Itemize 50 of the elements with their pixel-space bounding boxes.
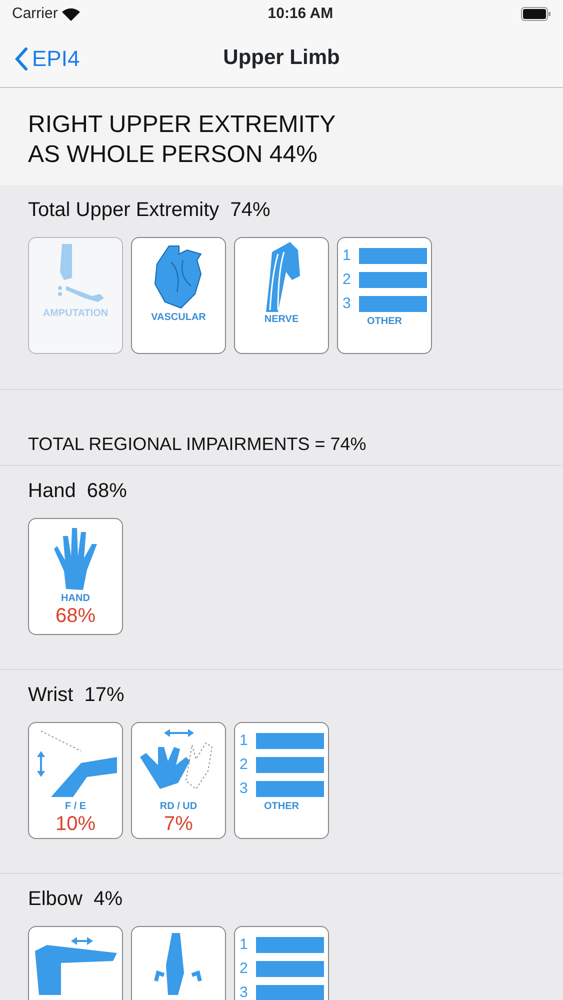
nerve-tile[interactable]: NERVE <box>234 237 329 354</box>
tile-label: AMPUTATION <box>42 308 108 320</box>
other-tile[interactable]: 1 2 3 <box>234 926 329 1000</box>
summary-heading: AS WHOLE PERSON 44% <box>28 140 318 170</box>
list-number: 2 <box>342 270 352 290</box>
section-title: Elbow 4% <box>28 887 124 912</box>
wifi-icon <box>62 8 80 20</box>
summary-heading: RIGHT UPPER EXTREMITY <box>28 110 337 140</box>
impairment-value: 68% <box>55 605 96 627</box>
vascular-tile[interactable]: VASCULAR <box>131 237 226 354</box>
list-bar <box>256 781 324 797</box>
list-number: 3 <box>240 983 249 1000</box>
list-number: 1 <box>342 246 352 266</box>
list-bar <box>358 296 426 312</box>
impairment-value: 7% <box>164 813 193 835</box>
list-number: 1 <box>240 731 249 751</box>
tile-label: VASCULAR <box>151 312 206 324</box>
list-number: 2 <box>240 959 249 979</box>
list-bar <box>256 937 324 953</box>
nerve-icon <box>264 242 300 312</box>
tile-label: NERVE <box>264 314 299 326</box>
other-tile[interactable]: 1 2 3 OTHER <box>234 722 329 839</box>
list-bar <box>256 733 324 749</box>
tile-label: OTHER <box>367 316 402 328</box>
list-number: 3 <box>240 779 249 799</box>
list-bar <box>256 757 324 773</box>
hand-tile[interactable]: HAND 68% <box>28 518 123 635</box>
list-bar <box>256 961 324 977</box>
section-title: Total Upper Extremity 74% <box>28 198 272 223</box>
impairment-value: 10% <box>55 813 96 835</box>
tile-label: HAND <box>61 593 90 605</box>
list-number: 1 <box>240 935 249 955</box>
list-bar <box>256 985 324 1000</box>
tile-label: RD / UD <box>160 801 198 813</box>
back-button[interactable]: EPI4 <box>14 42 80 75</box>
section-heading: TOTAL REGIONAL IMPAIRMENTS = 74% <box>28 434 366 454</box>
page-title: Upper Limb <box>223 44 340 71</box>
section-title: Hand 68% <box>28 479 128 504</box>
list-bar <box>358 272 426 288</box>
tile-label: F / E <box>64 801 86 813</box>
other-tile[interactable]: 1 2 3 OTHER <box>337 237 432 354</box>
carrier-label: Carrier <box>12 4 58 24</box>
list-bar <box>358 248 426 264</box>
list-number: 3 <box>342 294 352 314</box>
tile-label: OTHER <box>264 801 299 813</box>
list-number: 2 <box>240 755 249 775</box>
clock: 10:16 AM <box>268 4 334 24</box>
section-title: Wrist 17% <box>28 683 126 708</box>
chevron-left-icon <box>14 46 28 70</box>
battery-icon <box>521 7 551 21</box>
